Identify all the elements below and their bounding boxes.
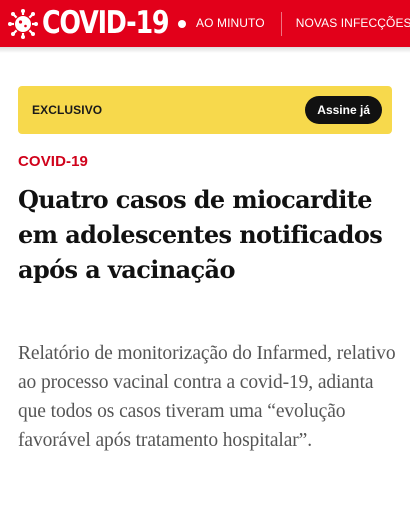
article-headline: Quatro casos de miocardite em adolescent… [18, 185, 383, 284]
subscribe-button[interactable]: Assine já [305, 96, 382, 124]
top-nav: AO MINUTO NOVAS INFECÇÕES 14 [178, 0, 410, 47]
article-category[interactable]: COVID-19 [18, 153, 88, 170]
logo-text: COVID-19 [42, 5, 170, 41]
live-dot-icon [178, 19, 186, 28]
virus-icon [8, 8, 38, 39]
nav-item-novas-infeccoes[interactable]: NOVAS INFECÇÕES [296, 0, 410, 47]
exclusive-banner: EXCLUSIVO Assine já [18, 86, 392, 134]
top-bar: COVID-19 AO MINUTO NOVAS INFECÇÕES 14 [0, 0, 410, 47]
article-lead: Relatório de monitorização do Infarmed, … [18, 343, 396, 451]
nav-divider [280, 11, 282, 36]
header-shadow [0, 47, 410, 53]
exclusive-label: EXCLUSIVO [32, 103, 103, 117]
nav-item-ao-minuto[interactable]: AO MINUTO [196, 0, 265, 47]
covid-logo[interactable]: COVID-19 [8, 0, 196, 47]
